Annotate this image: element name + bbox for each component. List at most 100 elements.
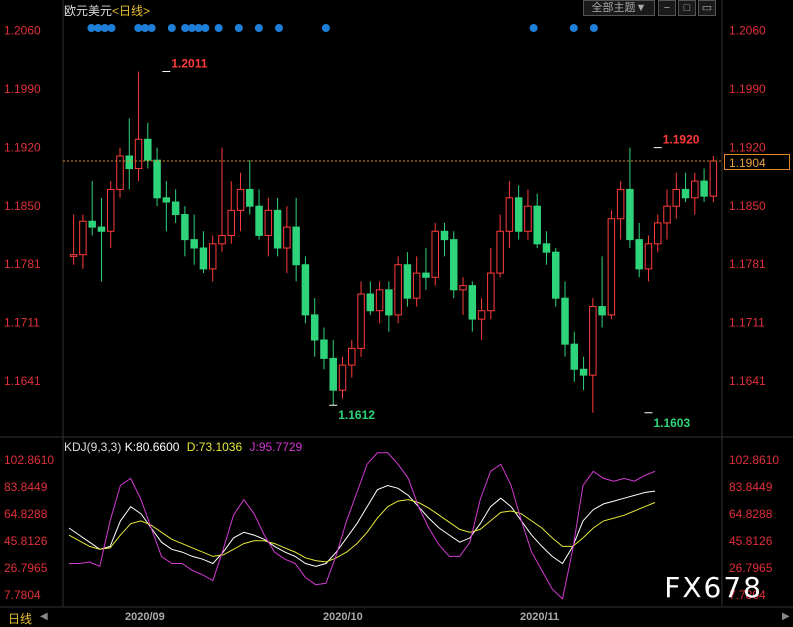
kdj-tick-left: 102.8610 — [4, 453, 54, 467]
candle-body — [450, 239, 458, 291]
candle-body — [505, 197, 514, 232]
signal-dot — [214, 24, 223, 32]
price-tick-right: 1.2060 — [729, 24, 766, 38]
annotation-label: 1.2011 — [171, 57, 207, 71]
signal-dot — [147, 24, 156, 32]
candle-body — [663, 205, 671, 224]
candle-body — [533, 205, 541, 245]
candle-body — [338, 364, 347, 391]
candle-body — [190, 239, 198, 249]
signal-dot — [569, 24, 578, 32]
candle-body — [88, 220, 96, 228]
candle-body — [357, 293, 365, 349]
candle-body — [403, 264, 412, 299]
price-tick-right: 1.1641 — [729, 374, 766, 388]
candle-body — [459, 285, 467, 291]
candle-body — [644, 243, 653, 270]
candle-body — [310, 314, 319, 341]
signal-dot — [254, 24, 263, 32]
candle-body — [626, 188, 634, 241]
candle-body — [514, 197, 523, 232]
kdj-legend: KDJ(9,3,3) K:80.6600 D:73.1036 J:95.7729 — [64, 440, 302, 454]
kdj-tick-right: 64.8288 — [729, 507, 773, 521]
kdj-line-d — [68, 499, 656, 563]
signal-dot — [234, 24, 243, 32]
kdj-tick-left: 45.8126 — [4, 534, 48, 548]
candle-body — [431, 230, 439, 278]
signal-dot — [589, 24, 598, 32]
restore-icon[interactable]: □ — [678, 0, 696, 16]
kdj-line-j — [69, 452, 656, 600]
minimize-icon[interactable]: − — [658, 0, 676, 16]
kdj-line-k — [68, 484, 656, 567]
price-tick-left: 1.1920 — [4, 141, 41, 155]
scroll-right-icon[interactable]: ▶ — [782, 611, 790, 622]
candle-body — [672, 188, 681, 207]
price-tick-right: 1.1781 — [729, 257, 766, 271]
signal-dot — [275, 24, 283, 32]
kdj-tick-left: 64.8288 — [4, 507, 48, 521]
candle-body — [709, 160, 718, 197]
kdj-tick-left: 83.8449 — [4, 480, 48, 494]
candle-body — [598, 306, 606, 316]
candle-body — [394, 264, 402, 316]
candle-body — [691, 180, 699, 199]
price-tick-right: 1.1920 — [729, 141, 766, 155]
signal-dot — [529, 24, 538, 32]
period-tab[interactable]: 日线 — [8, 610, 32, 627]
price-tick-left: 1.2060 — [4, 24, 41, 38]
kdj-tick-right: 45.8126 — [729, 534, 773, 548]
candle-body — [79, 220, 87, 256]
candle-body — [255, 205, 263, 236]
candle-body — [607, 218, 616, 316]
price-tick-right: 1.1850 — [729, 199, 766, 213]
maximize-icon[interactable]: ▭ — [698, 0, 716, 16]
candle-body — [496, 230, 504, 274]
candle-body — [653, 222, 662, 245]
candle-body — [283, 226, 291, 249]
candle-body — [236, 188, 245, 211]
candle-body — [181, 214, 189, 241]
candle-body — [616, 188, 625, 220]
candle-body — [366, 293, 375, 312]
kdj-d-value: D:73.1036 — [186, 440, 243, 454]
period-label[interactable]: <日线> — [112, 4, 150, 18]
price-tick-left: 1.1711 — [4, 315, 40, 329]
candle-body — [320, 339, 328, 359]
candle-body — [208, 243, 217, 270]
candle-body — [301, 264, 310, 316]
price-tick-left: 1.1641 — [4, 374, 41, 388]
candle-body — [700, 180, 708, 197]
kdj-tick-right: 102.8610 — [729, 453, 779, 467]
signal-dot — [321, 24, 330, 32]
candle-body — [385, 289, 393, 316]
candle-body — [273, 209, 282, 249]
kdj-tick-right: 83.8449 — [729, 480, 773, 494]
candle-body — [635, 239, 643, 270]
signal-dot — [201, 24, 210, 32]
x-axis-label: 2020/09 — [125, 611, 165, 623]
candle-body — [144, 138, 152, 161]
candle-body — [552, 251, 560, 299]
scroll-left-icon[interactable]: ◀ — [40, 611, 48, 622]
kdj-tick-left: 26.7965 — [4, 561, 48, 575]
theme-button-label: 全部主题 — [591, 2, 636, 14]
candle-body — [218, 234, 226, 245]
kdj-tick-left: 7.7804 — [4, 588, 41, 602]
candle-body — [97, 226, 106, 232]
candle-body — [348, 347, 356, 366]
candle-body — [292, 226, 300, 266]
candle-body — [246, 188, 254, 207]
x-axis-label: 2020/11 — [520, 611, 559, 623]
candle-body — [440, 230, 449, 241]
candle-body — [579, 368, 588, 376]
candle-body — [171, 201, 180, 216]
theme-button[interactable]: 全部主题▼ — [583, 0, 655, 16]
candle-body — [542, 243, 551, 253]
candle-body — [561, 297, 569, 345]
kdj-j-value: J:95.7729 — [249, 440, 303, 454]
price-tick-left: 1.1850 — [4, 199, 41, 213]
candle-body — [589, 306, 597, 376]
current-price-label: 1.1904 — [724, 154, 790, 170]
annotation-label: 1.1920 — [663, 133, 700, 147]
